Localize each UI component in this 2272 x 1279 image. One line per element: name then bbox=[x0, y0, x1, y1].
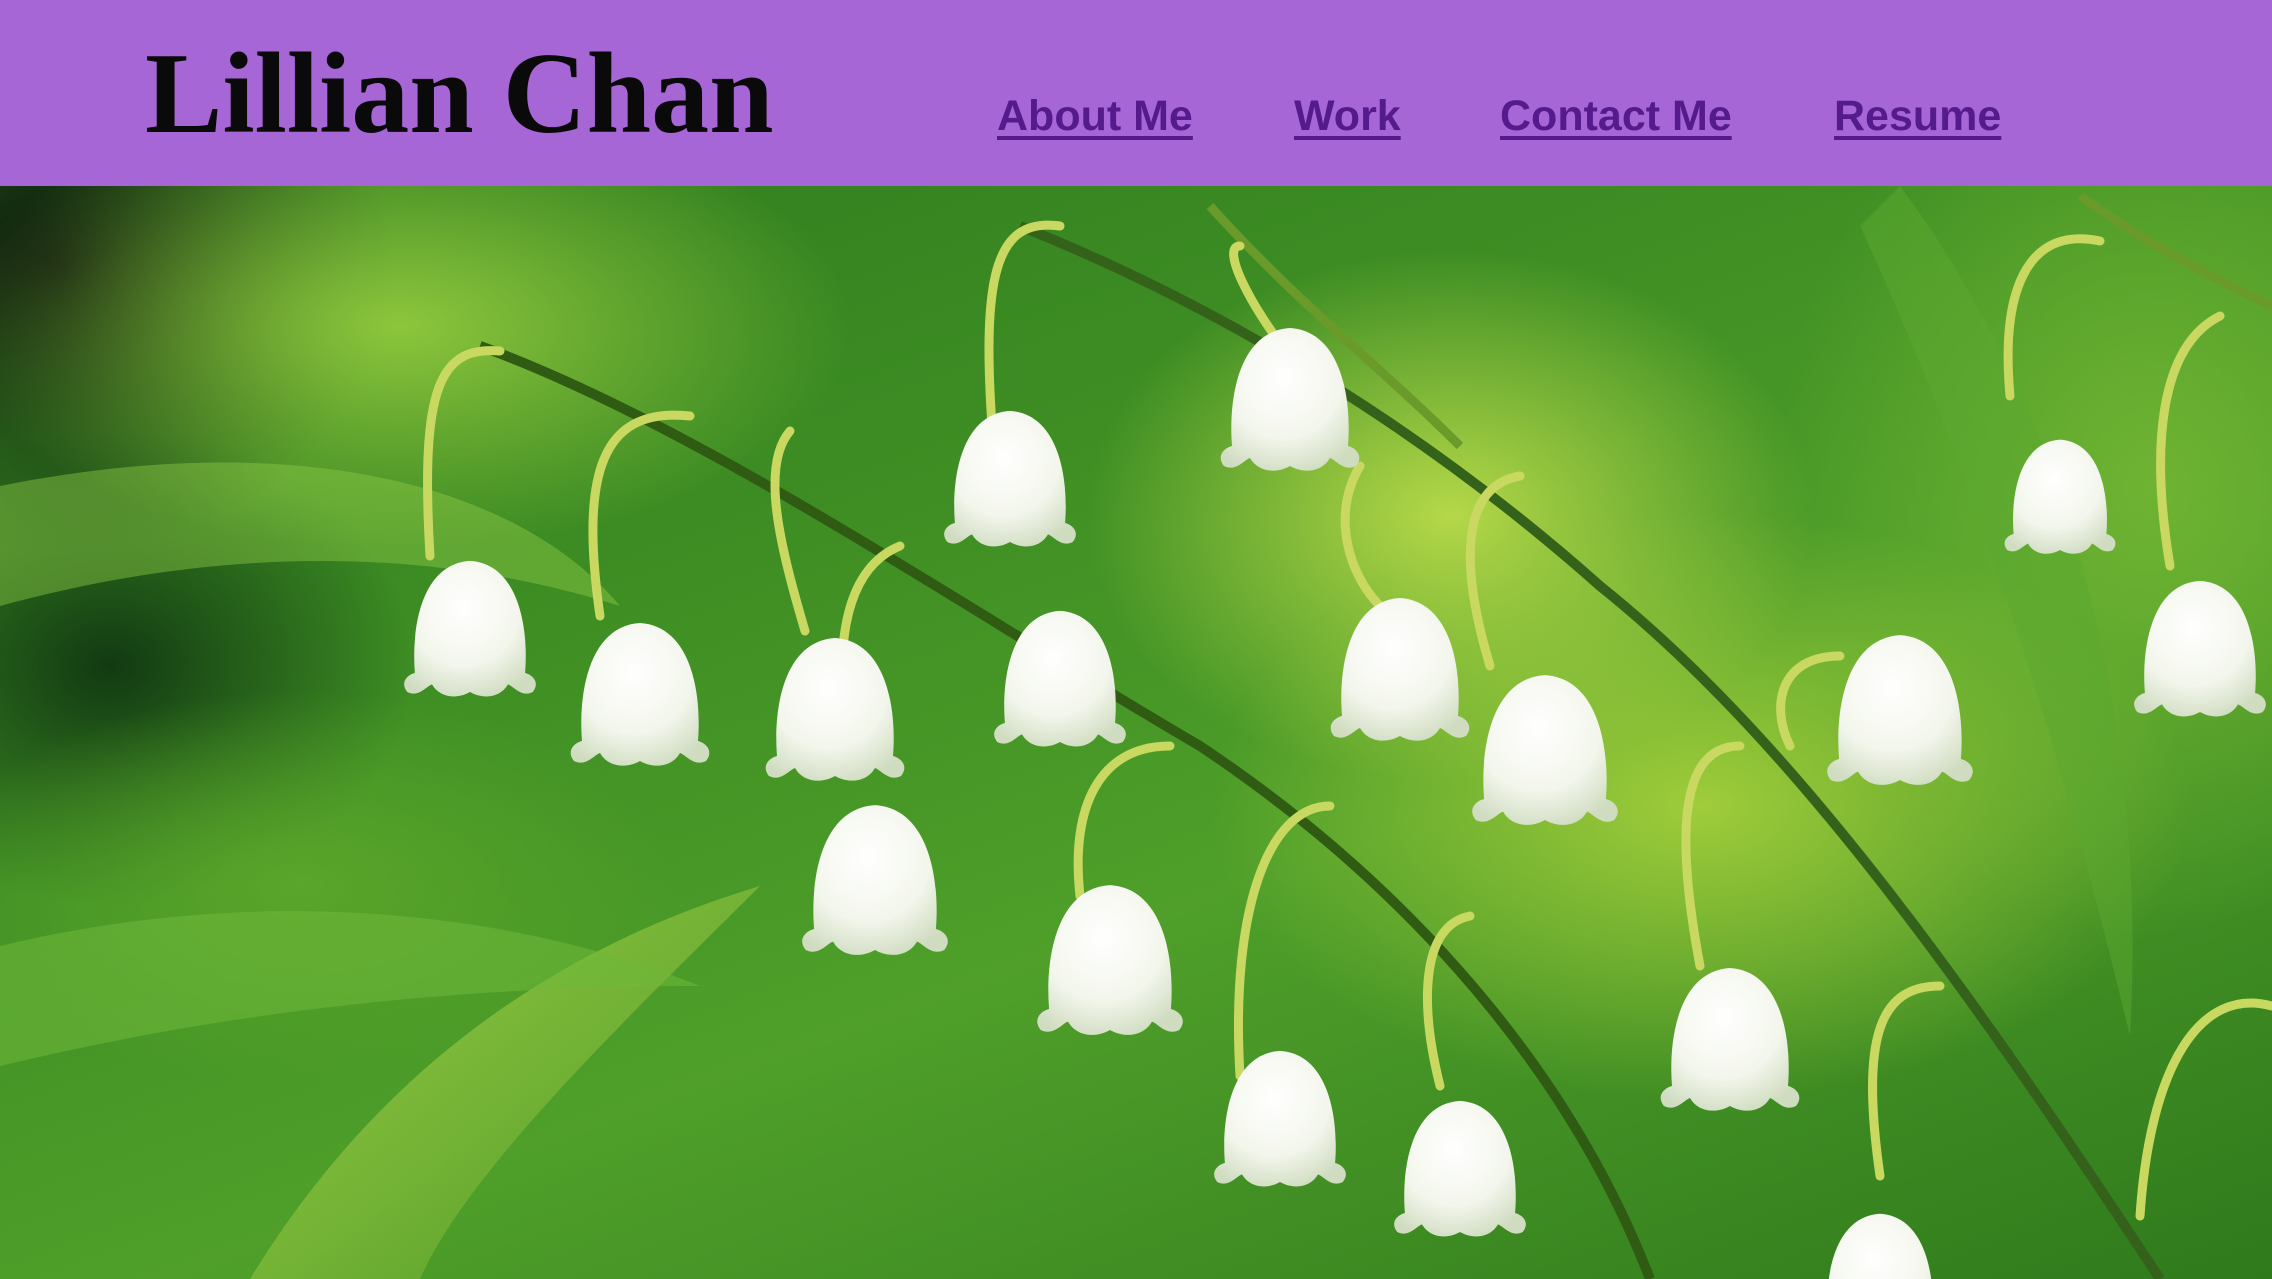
hero-image bbox=[0, 186, 2272, 1279]
site-header: Lillian Chan About Me Work Contact Me Re… bbox=[0, 0, 2272, 186]
nav-link-about-me[interactable]: About Me bbox=[997, 88, 1193, 144]
main-nav: About Me Work Contact Me Resume bbox=[0, 0, 2272, 186]
nav-link-resume[interactable]: Resume bbox=[1834, 88, 2001, 144]
nav-link-contact-me[interactable]: Contact Me bbox=[1500, 88, 1732, 144]
nav-link-work[interactable]: Work bbox=[1294, 88, 1401, 144]
lily-of-the-valley-illustration bbox=[0, 186, 2272, 1279]
